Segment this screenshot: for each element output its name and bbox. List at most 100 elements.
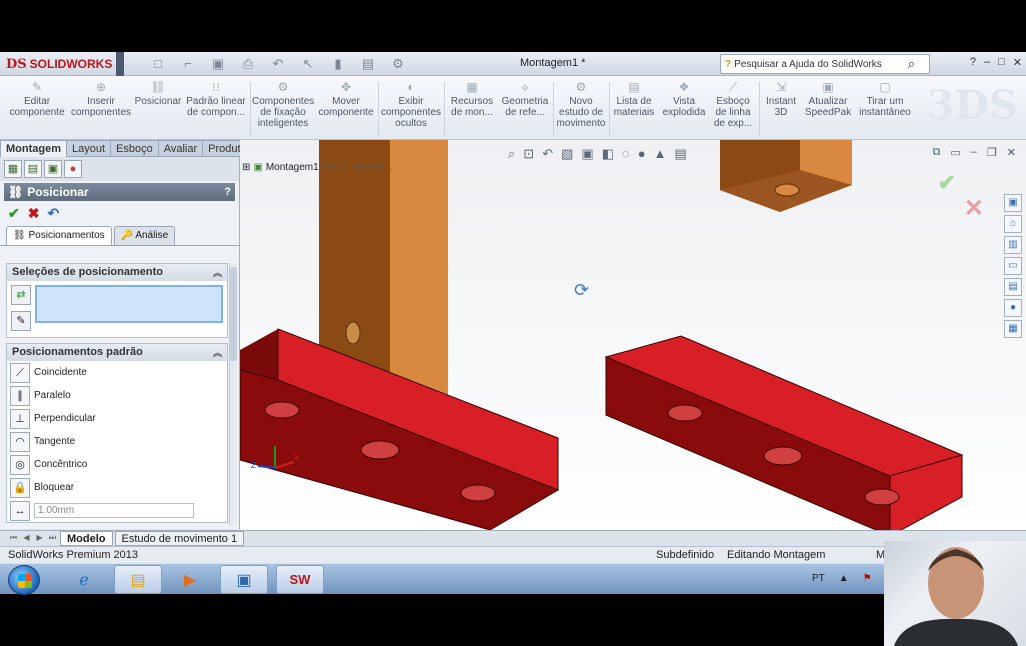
ok-icon[interactable]: ✔ bbox=[8, 205, 20, 221]
previous-view-icon[interactable]: ↶ bbox=[542, 146, 553, 162]
internet-explorer-icon[interactable]: ℯ bbox=[60, 565, 108, 594]
edit-component-button[interactable]: ✎ Editar componente bbox=[8, 80, 66, 118]
reference-geometry-button[interactable]: ⟡ Geometria de refe... bbox=[500, 80, 550, 118]
open-icon[interactable]: ⌐ bbox=[180, 56, 196, 72]
assembly-features-button[interactable]: ▦ Recursos de mon... bbox=[446, 80, 498, 118]
viewport-icon[interactable]: ▭ bbox=[950, 146, 960, 159]
close-button[interactable]: ✕ bbox=[1013, 56, 1022, 69]
design-library-icon[interactable]: ▥ bbox=[1004, 236, 1022, 254]
move-component-button[interactable]: ✥ Mover componente bbox=[316, 80, 376, 118]
network-icon[interactable]: ⚑ bbox=[863, 573, 872, 584]
mate-parallel[interactable]: ∥ Paralelo bbox=[7, 384, 227, 407]
distance-input[interactable]: 1.00mm bbox=[34, 503, 194, 518]
undo-icon[interactable]: ↶ bbox=[270, 56, 286, 72]
mate-button[interactable]: ⛓ Posicionar bbox=[134, 80, 182, 107]
snapshot-button[interactable]: ▢ Tirar um instantâneo bbox=[856, 80, 914, 118]
bom-button[interactable]: ▤ Lista de materiais bbox=[611, 80, 657, 118]
new-document-icon[interactable]: □ bbox=[150, 56, 166, 72]
undo-icon[interactable]: ↶ bbox=[47, 205, 59, 221]
tab-layout[interactable]: Layout bbox=[67, 140, 112, 157]
new-motion-study-button[interactable]: ⚙ Novo estudo de movimento bbox=[555, 80, 607, 129]
print-icon[interactable]: ⎙ bbox=[240, 56, 256, 72]
select-icon[interactable]: ↖ bbox=[300, 56, 316, 72]
appearance-icon[interactable]: ● bbox=[638, 146, 646, 162]
rebuild-icon[interactable]: ▮ bbox=[330, 56, 346, 72]
red-bar-right[interactable] bbox=[604, 335, 964, 530]
view-palette-icon[interactable]: ▤ bbox=[1004, 278, 1022, 296]
restore-button[interactable]: □ bbox=[998, 56, 1005, 69]
resources-icon[interactable]: ▣ bbox=[1004, 194, 1022, 212]
expand-icon[interactable]: ⊞ bbox=[242, 162, 250, 173]
mate-perpendicular[interactable]: ⊥ Perpendicular bbox=[7, 407, 227, 430]
show-hidden-button[interactable]: ◐ Exibir componentes ocultos bbox=[380, 80, 442, 129]
solidworks-taskbar-icon[interactable]: SW bbox=[276, 565, 324, 594]
graphics-viewport[interactable]: ⊞ ▣ Montagem1 (Valor predete... ⌕ ⊡ ↶ ▧ … bbox=[240, 140, 1026, 530]
mate-coincident[interactable]: ⟋ Coincidente bbox=[7, 361, 227, 384]
speedpak-button[interactable]: ▣ Atualizar SpeedPak bbox=[804, 80, 852, 118]
hide-show-icon[interactable]: ◌ bbox=[622, 146, 630, 162]
minimize-viewport-icon[interactable]: – bbox=[971, 146, 977, 159]
mate-tangent[interactable]: ◠ Tangente bbox=[7, 430, 227, 453]
standard-mates-header[interactable]: Posicionamentos padrão ︽ bbox=[7, 344, 227, 361]
desktop-app-icon[interactable]: ▣ bbox=[220, 565, 268, 594]
next-tab-icon[interactable]: ▶ bbox=[34, 533, 45, 545]
file-explorer-icon[interactable]: ▭ bbox=[1004, 257, 1022, 275]
cancel-icon[interactable]: ✖ bbox=[28, 205, 40, 221]
collapse-chevron-icon[interactable]: ︽ bbox=[213, 346, 222, 359]
restore-viewport-icon[interactable]: ❐ bbox=[987, 146, 997, 159]
custom-properties-icon[interactable]: ▦ bbox=[1004, 320, 1022, 338]
view-orientation-icon[interactable]: ▣ bbox=[581, 146, 593, 162]
confirm-corner-cancel-icon[interactable]: ✕ bbox=[964, 194, 984, 223]
menu-flyout-arrow[interactable] bbox=[116, 52, 124, 76]
help-icon[interactable]: ? bbox=[224, 186, 231, 198]
solidworks-logo[interactable]: DS SOLIDWORKS bbox=[6, 55, 112, 73]
tab-esboco[interactable]: Esboço bbox=[111, 140, 159, 157]
close-viewport-icon[interactable]: ✕ bbox=[1007, 146, 1016, 159]
language-indicator[interactable]: PT bbox=[812, 573, 825, 584]
explode-line-sketch-button[interactable]: ⟋ Esboço de linha de exp... bbox=[710, 80, 756, 129]
file-properties-icon[interactable]: ▤ bbox=[360, 56, 376, 72]
top-block[interactable] bbox=[720, 140, 852, 212]
pm-scrollbar[interactable] bbox=[229, 263, 237, 525]
help-menu-icon[interactable]: ? bbox=[970, 56, 976, 69]
view-settings-icon[interactable]: ▤ bbox=[674, 146, 686, 162]
confirm-corner-ok-icon[interactable]: ✔ bbox=[938, 170, 956, 196]
tab-avaliar[interactable]: Avaliar bbox=[158, 140, 204, 157]
first-tab-icon[interactable]: ⏮ bbox=[8, 533, 19, 545]
smart-fasteners-button[interactable]: ⚙ Componentes de fixação inteligentes bbox=[252, 80, 314, 129]
tab-montagem[interactable]: Montagem bbox=[0, 140, 67, 157]
appearance-icon[interactable]: ● bbox=[64, 160, 82, 178]
collapse-chevron-icon[interactable]: ︽ bbox=[213, 266, 222, 279]
tray-arrow-icon[interactable]: ▲ bbox=[839, 573, 849, 584]
home-icon[interactable]: ⌂ bbox=[1004, 215, 1022, 233]
tab-modelo[interactable]: Modelo bbox=[60, 531, 113, 546]
start-button[interactable] bbox=[8, 565, 40, 595]
exploded-view-button[interactable]: ❖ Vista explodida bbox=[660, 80, 708, 118]
file-explorer-taskbar-icon[interactable]: ▤ bbox=[114, 565, 162, 594]
appearances-icon[interactable]: ● bbox=[1004, 299, 1022, 317]
property-manager-icon[interactable]: ▤ bbox=[24, 160, 42, 178]
feature-tree-icon[interactable]: ▦ bbox=[4, 160, 22, 178]
linear-pattern-button[interactable]: ⁝⁝ Padrão linear de compon... bbox=[184, 80, 248, 118]
insert-components-button[interactable]: ⊕ Inserir componentes bbox=[70, 80, 132, 118]
section-view-icon[interactable]: ▧ bbox=[561, 146, 573, 162]
instant3d-button[interactable]: ⇲ Instant 3D bbox=[761, 80, 801, 118]
tab-estudo-movimento[interactable]: Estudo de movimento 1 bbox=[114, 531, 245, 546]
help-search-input[interactable]: Pesquisar a Ajuda do SolidWorks bbox=[734, 59, 882, 70]
zoom-area-icon[interactable]: ⊡ bbox=[523, 146, 534, 162]
entities-to-mate-icon[interactable]: ⇄ bbox=[11, 285, 31, 305]
minimize-button[interactable]: – bbox=[984, 56, 990, 69]
prev-tab-icon[interactable]: ◀ bbox=[21, 533, 32, 545]
save-icon[interactable]: ▣ bbox=[210, 56, 226, 72]
search-icon[interactable]: ⌕ bbox=[908, 56, 915, 72]
scene-icon[interactable]: ▲ bbox=[654, 146, 667, 162]
flyout-tree-node[interactable]: ⊞ ▣ Montagem1 (Valor predete... bbox=[242, 162, 393, 173]
selections-header[interactable]: Seleções de posicionamento ︽ bbox=[7, 264, 227, 281]
multiple-mate-icon[interactable]: ✎ bbox=[11, 311, 31, 331]
media-player-icon[interactable]: ▶ bbox=[166, 565, 214, 594]
display-style-icon[interactable]: ◧ bbox=[602, 146, 614, 162]
entities-selection-box[interactable] bbox=[35, 285, 223, 323]
tab-posicionamentos[interactable]: ⛓ Posicionamentos bbox=[6, 226, 112, 245]
configuration-manager-icon[interactable]: ▣ bbox=[44, 160, 62, 178]
mate-concentric[interactable]: ◎ Concêntrico bbox=[7, 453, 227, 476]
